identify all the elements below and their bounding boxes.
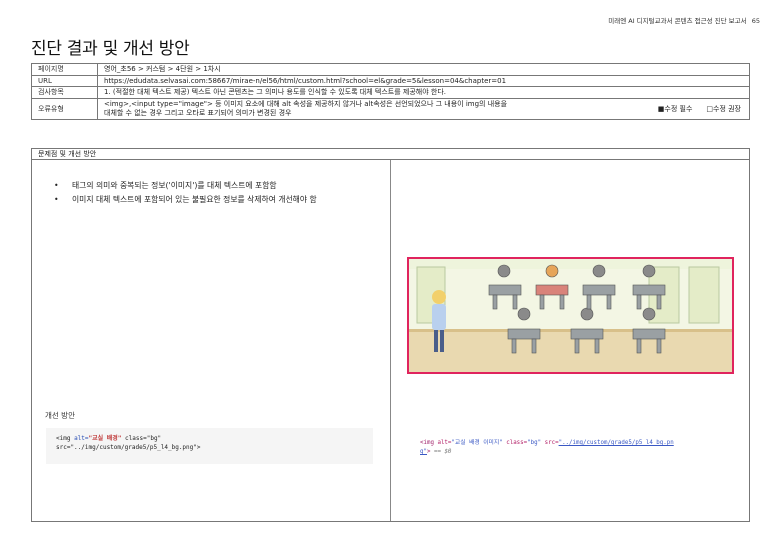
error-cell: <img>,<input type="image"> 등 이미지 요소에 대해 …	[97, 97, 750, 120]
info-row-page: 페이지명 영어_초56 > 커스텀 > 4단원 > 1차시	[31, 63, 750, 76]
mark-required: ■수정 필수	[657, 104, 693, 113]
code-attr: alt=	[74, 435, 89, 442]
code-tag: <img	[56, 435, 75, 442]
fixed-code-line2: src="../img/custom/grade5/p5_l4_bg.png">	[56, 444, 201, 451]
info-table: 페이지명 영어_초56 > 커스텀 > 4단원 > 1차시 URL https:…	[31, 63, 750, 120]
url-value: https://edudata.selvasai.com:58667/mirae…	[97, 74, 750, 87]
problem-bullets: 태그의 의미와 중복되는 정보('이미지')를 대체 텍스트에 포함함 이미지 …	[52, 180, 372, 207]
code-alt-string: "교실 배경 이미지"	[451, 440, 503, 446]
problem-box: 태그의 의미와 중복되는 정보('이미지')를 대체 텍스트에 포함함 이미지 …	[31, 160, 750, 522]
url-label: URL	[31, 74, 98, 87]
code-class-string: "bg"	[527, 440, 542, 446]
mark-recommended: □수정 권장	[706, 104, 741, 113]
error-value: <img>,<input type="image"> 등 이미지 요소에 대해 …	[104, 100, 624, 118]
error-value-line1: <img>,<input type="image"> 등 이미지 요소에 대해 …	[104, 99, 508, 108]
code-attr: alt=	[437, 440, 452, 446]
improve-label: 개선 방안	[45, 411, 75, 420]
report-title: 미래엔 AI 디지털교과서 콘텐츠 접근성 진단 보고서	[608, 17, 747, 25]
classroom-illustration	[409, 259, 732, 372]
code-src-link-end[interactable]: g"	[420, 449, 427, 455]
code-tag: <img	[420, 440, 438, 446]
check-value: 1. (적절한 대체 텍스트 제공) 텍스트 아닌 콘텐츠는 그 의미나 용도를…	[97, 86, 750, 99]
code-src-link[interactable]: "../img/custom/grade5/p5_l4_bg.pn	[559, 440, 674, 446]
code-attr: class=	[502, 440, 528, 446]
check-label: 검사항목	[31, 86, 98, 99]
page-value: 영어_초56 > 커스텀 > 4단원 > 1차시	[97, 63, 750, 76]
fixed-code-line1: <img alt="교실 배경" class="bg"	[56, 434, 363, 443]
severity-marks: ■수정 필수 □수정 권장	[658, 104, 743, 114]
code-attr: src=	[541, 440, 559, 446]
classroom-background-image	[407, 257, 734, 374]
fixed-code-block: <img alt="교실 배경" class="bg" src="../img/…	[46, 428, 373, 464]
bullet-item: 태그의 의미와 중복되는 정보('이미지')를 대체 텍스트에 포함함	[52, 180, 372, 193]
info-row-url: URL https://edudata.selvasai.com:58667/m…	[31, 74, 750, 87]
code-tag-close: >	[426, 449, 434, 455]
code-alt-string: "교실 배경"	[88, 435, 122, 442]
error-value-line2: 대체할 수 없는 경우 그리고 오타로 표기되어 의미가 변경된 경우	[104, 108, 292, 117]
column-divider	[390, 160, 391, 521]
report-header: 미래엔 AI 디지털교과서 콘텐츠 접근성 진단 보고서 65	[608, 15, 760, 25]
code-class: class="bg"	[121, 435, 162, 442]
bullet-item: 이미지 대체 텍스트에 포함되어 있는 불필요한 정보를 삭제하여 개선해야 함	[52, 194, 352, 207]
problem-heading: 문제점 및 개선 방안	[31, 148, 750, 160]
page-number: 65	[751, 17, 760, 25]
current-code-snippet: <img alt="교실 배경 이미지" class="bg" src="../…	[420, 439, 735, 457]
page-label: 페이지명	[31, 63, 98, 76]
info-row-error: 오류유형 <img>,<input type="image"> 등 이미지 요소…	[31, 97, 750, 120]
page-title: 진단 결과 및 개선 방안	[31, 39, 190, 59]
code-dollar-ref: == $0	[433, 449, 452, 455]
error-label: 오류유형	[31, 97, 98, 120]
info-row-check: 검사항목 1. (적절한 대체 텍스트 제공) 텍스트 아닌 콘텐츠는 그 의미…	[31, 86, 750, 99]
